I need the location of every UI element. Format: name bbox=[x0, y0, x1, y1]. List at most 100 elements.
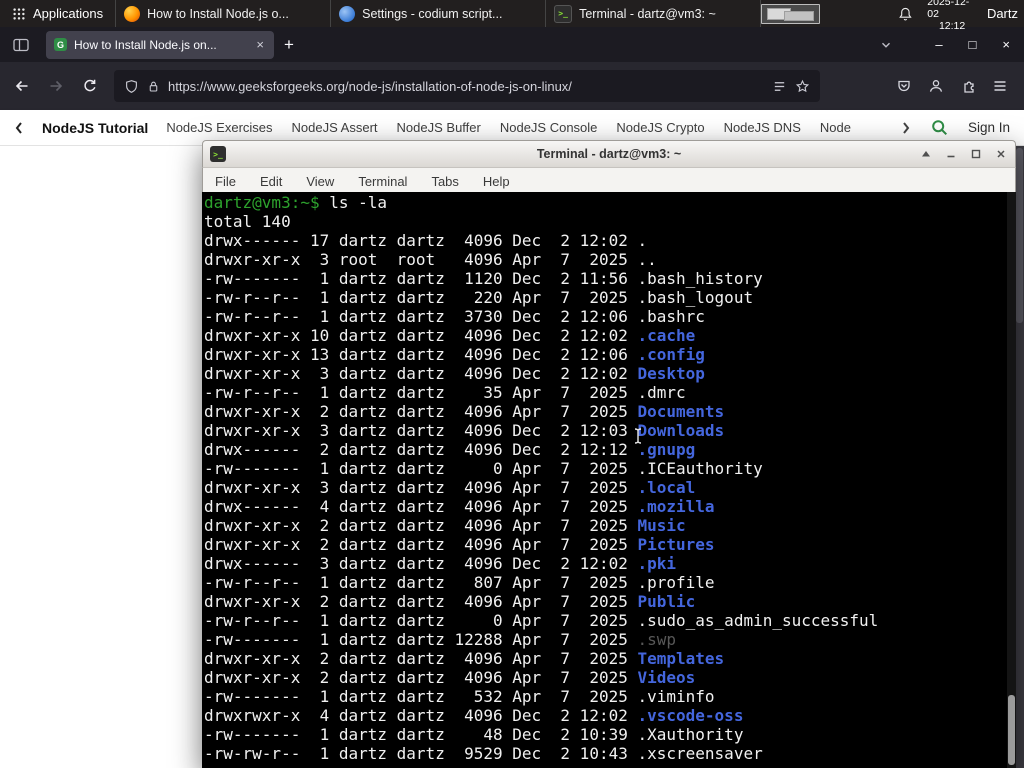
terminal-menu-tabs[interactable]: Tabs bbox=[431, 174, 458, 189]
terminal-titlebar[interactable]: >_ Terminal - dartz@vm3: ~ bbox=[202, 140, 1016, 168]
firefox-view-icon bbox=[13, 38, 29, 51]
ls-columns: drwxr-xr-x 2 dartz dartz 4096 Apr 7 2025 bbox=[204, 649, 638, 668]
terminal-line: drwxrwxr-x 4 dartz dartz 4096 Dec 2 12:0… bbox=[204, 706, 1016, 725]
pocket-icon[interactable] bbox=[896, 78, 912, 94]
terminal-line: drwxr-xr-x 3 root root 4096 Apr 7 2025 .… bbox=[204, 250, 1016, 269]
terminal-line: -rw-r--r-- 1 dartz dartz 0 Apr 7 2025 .s… bbox=[204, 611, 1016, 630]
ls-columns: drwxrwxr-x 4 dartz dartz 4096 Dec 2 12:0… bbox=[204, 706, 638, 725]
notifications-icon[interactable] bbox=[898, 6, 913, 22]
terminal-menu-view[interactable]: View bbox=[306, 174, 334, 189]
tab-strip: G How to Install Node.js on... × + – □ × bbox=[0, 27, 1024, 62]
gfg-nav-item[interactable]: NodeJS Console bbox=[500, 120, 598, 135]
terminal-prompt-line: dartz@vm3:~$ ls -la bbox=[204, 193, 1016, 212]
nav-chevron-left-icon[interactable] bbox=[14, 121, 24, 135]
url-text: https://www.geeksforgeeks.org/node-js/in… bbox=[168, 78, 572, 94]
terminal-menu-help[interactable]: Help bbox=[483, 174, 510, 189]
ls-filename: .xscreensaver bbox=[637, 744, 763, 763]
terminal-minimize-button[interactable] bbox=[945, 148, 957, 160]
tab-close-icon[interactable]: × bbox=[254, 37, 266, 52]
terminal-line: -rw------- 1 dartz dartz 12288 Apr 7 202… bbox=[204, 630, 1016, 649]
terminal-menu-terminal[interactable]: Terminal bbox=[358, 174, 407, 189]
ls-filename: .swp bbox=[637, 630, 677, 649]
ls-columns: -rw-r--r-- 1 dartz dartz 3730 Dec 2 12:0… bbox=[204, 307, 638, 326]
ls-columns: -rw------- 1 dartz dartz 1120 Dec 2 11:5… bbox=[204, 269, 638, 288]
sign-in-button[interactable]: Sign In bbox=[968, 120, 1010, 135]
terminal-window-controls bbox=[920, 141, 1007, 167]
lock-icon bbox=[149, 81, 158, 91]
bookmark-star-icon[interactable] bbox=[795, 79, 810, 94]
ls-filename: .dmrc bbox=[637, 383, 686, 402]
terminal-menu-file[interactable]: File bbox=[215, 174, 236, 189]
terminal-maximize-button[interactable] bbox=[970, 148, 982, 160]
ls-filename: .sudo_as_admin_successful bbox=[637, 611, 879, 630]
firefox-view-button[interactable] bbox=[8, 33, 34, 57]
back-button[interactable] bbox=[8, 72, 36, 100]
taskbar-item[interactable]: >_ Terminal - dartz@vm3: ~ bbox=[546, 0, 762, 27]
workspace-switcher[interactable] bbox=[761, 3, 821, 24]
ls-columns: drwxr-xr-x 3 root root 4096 Apr 7 2025 bbox=[204, 250, 638, 269]
terminal-window: >_ Terminal - dartz@vm3: ~ File Edit View T… bbox=[202, 140, 1016, 768]
terminal-menu-edit[interactable]: Edit bbox=[260, 174, 282, 189]
terminal-line: total 140 bbox=[204, 212, 291, 231]
taskbar-item-label: Terminal - dartz@vm3: ~ bbox=[579, 6, 716, 21]
taskbar-item[interactable]: How to Install Node.js o... bbox=[116, 0, 332, 27]
terminal-line: drwx------ 2 dartz dartz 4096 Dec 2 12:1… bbox=[204, 440, 1016, 459]
ls-filename: Desktop bbox=[637, 364, 705, 383]
gfg-nav-item[interactable]: NodeJS Buffer bbox=[397, 120, 481, 135]
reload-button[interactable] bbox=[76, 72, 104, 100]
chevron-down-icon bbox=[882, 42, 891, 48]
tab-title: How to Install Node.js on... bbox=[74, 37, 217, 52]
terminal-scrollbar[interactable] bbox=[1007, 192, 1016, 768]
ls-filename: .viminfo bbox=[637, 687, 715, 706]
forward-button[interactable] bbox=[42, 72, 70, 100]
terminal-scrollbar-thumb[interactable] bbox=[1008, 695, 1015, 765]
panel-time: 12:12 bbox=[938, 19, 966, 32]
ls-columns: drwx------ 3 dartz dartz 4096 Dec 2 12:0… bbox=[204, 554, 638, 573]
applications-icon bbox=[13, 7, 25, 20]
terminal-line: drwxr-xr-x 2 dartz dartz 4096 Apr 7 2025… bbox=[204, 535, 1016, 554]
terminal-close-button[interactable] bbox=[995, 148, 1007, 160]
terminal-screen[interactable]: dartz@vm3:~$ ls -la total 140 drwx------ 1… bbox=[202, 192, 1016, 768]
taskbar-item[interactable]: Settings - codium script... bbox=[331, 0, 547, 27]
clock[interactable]: 2025-12-02 12:12 bbox=[927, 0, 977, 32]
taskbar-item-label: Settings - codium script... bbox=[362, 6, 503, 21]
terminal-line: drwxr-xr-x 2 dartz dartz 4096 Apr 7 2025… bbox=[204, 592, 1016, 611]
ls-columns: -rw-r--r-- 1 dartz dartz 220 Apr 7 2025 bbox=[204, 288, 638, 307]
panel-date: 2025-12-02 bbox=[927, 0, 970, 20]
url-bar[interactable]: https://www.geeksforgeeks.org/node-js/in… bbox=[114, 70, 820, 102]
menu-icon[interactable] bbox=[992, 78, 1008, 94]
gfg-nav-item[interactable]: NodeJS Crypto bbox=[616, 120, 704, 135]
gfg-nav-item[interactable]: NodeJS Exercises bbox=[166, 120, 272, 135]
page-scrollbar[interactable] bbox=[1015, 146, 1024, 768]
ls-columns: drwxr-xr-x 2 dartz dartz 4096 Apr 7 2025 bbox=[204, 516, 638, 535]
window-maximize-button[interactable]: □ bbox=[969, 37, 977, 52]
ls-filename: .gnupg bbox=[637, 440, 696, 459]
gfg-nav-item[interactable]: Node bbox=[820, 120, 851, 135]
new-tab-button[interactable]: + bbox=[274, 33, 304, 57]
gfg-nav-item[interactable]: NodeJS Assert bbox=[292, 120, 378, 135]
browser-tab[interactable]: G How to Install Node.js on... × bbox=[46, 30, 274, 59]
terminal-shade-button[interactable] bbox=[920, 148, 932, 160]
applications-menu-button[interactable]: Applications bbox=[0, 0, 115, 27]
terminal-line: -rw------- 1 dartz dartz 0 Apr 7 2025 .I… bbox=[204, 459, 1016, 478]
terminal-line: -rw-r--r-- 1 dartz dartz 807 Apr 7 2025 … bbox=[204, 573, 1016, 592]
list-all-tabs-button[interactable] bbox=[879, 38, 893, 52]
ls-columns: -rw------- 1 dartz dartz 12288 Apr 7 202… bbox=[204, 630, 638, 649]
back-icon bbox=[15, 80, 28, 92]
gfg-nav-active[interactable]: NodeJS Tutorial bbox=[42, 120, 148, 136]
nav-chevron-right-icon[interactable] bbox=[901, 121, 911, 135]
page-scrollbar-thumb[interactable] bbox=[1016, 148, 1023, 323]
window-minimize-button[interactable]: – bbox=[935, 37, 942, 52]
account-icon[interactable] bbox=[928, 78, 944, 94]
reader-view-icon[interactable] bbox=[772, 79, 787, 94]
ls-columns: -rw-rw-r-- 1 dartz dartz 9529 Dec 2 10:4… bbox=[204, 744, 638, 763]
ls-filename: .bashrc bbox=[637, 307, 705, 326]
terminal-line: drwxr-xr-x 2 dartz dartz 4096 Apr 7 2025… bbox=[204, 516, 1016, 535]
shell-prompt: dartz@vm3:~$ bbox=[204, 193, 320, 212]
ls-columns: drwxr-xr-x 3 dartz dartz 4096 Dec 2 12:0… bbox=[204, 364, 638, 383]
ls-filename: .cache bbox=[637, 326, 696, 345]
window-close-button[interactable]: × bbox=[1002, 37, 1010, 52]
extensions-icon[interactable] bbox=[960, 78, 976, 94]
gfg-nav-item[interactable]: NodeJS DNS bbox=[724, 120, 801, 135]
search-icon[interactable] bbox=[931, 119, 948, 136]
